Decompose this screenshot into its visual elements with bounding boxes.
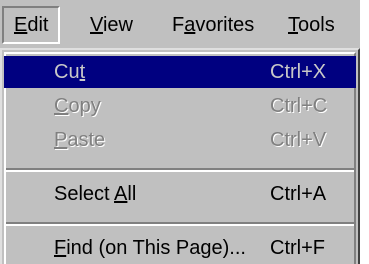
menu-item-cut-shortcut: Ctrl+X (270, 61, 327, 83)
menu-item-copy-label: Copy (54, 90, 101, 122)
find-post: ind (on This Page)... (66, 237, 246, 259)
menu-item-cut[interactable]: Cut Ctrl+X (4, 56, 356, 88)
menu-view[interactable]: View (80, 6, 143, 44)
find-accesskey: F (54, 237, 67, 259)
select-all-pre: Select (54, 183, 115, 205)
menu-favorites-accesskey: a (184, 14, 196, 36)
select-all-post: ll (127, 183, 137, 205)
menu-separator (6, 222, 354, 226)
menu-item-copy[interactable]: Copy Ctrl+C (4, 90, 356, 122)
edit-dropdown-menu: Cut Ctrl+X Copy Ctrl+C Paste Ctrl+V Sele… (0, 48, 360, 264)
menu-edit-accesskey: E (14, 14, 28, 36)
copy-post: opy (68, 95, 101, 117)
menu-tools[interactable]: Tools (278, 6, 345, 44)
menu-item-find[interactable]: Find (on This Page)... Ctrl+F (4, 232, 356, 264)
paste-accesskey: P (54, 129, 68, 151)
menu-item-cut-label: Cut (54, 56, 85, 88)
menu-item-paste-label: Paste (54, 124, 105, 156)
select-all-accesskey: A (114, 183, 128, 205)
menu-separator (6, 168, 354, 172)
menu-item-paste[interactable]: Paste Ctrl+V (4, 124, 356, 156)
menu-item-select-all-label: Select All (54, 178, 136, 210)
menu-edit[interactable]: Edit (2, 6, 61, 44)
cut-accesskey: t (79, 61, 86, 83)
paste-post: aste (67, 129, 106, 151)
menu-view-post: iew (102, 14, 133, 36)
menu-item-select-all-shortcut: Ctrl+A (270, 183, 327, 205)
menu-bar: Edit View Favorites Tools (0, 0, 360, 50)
menu-item-select-all[interactable]: Select All Ctrl+A (4, 178, 356, 210)
menu-view-accesskey: V (90, 14, 103, 36)
menu-tools-post: ools (298, 14, 335, 36)
cut-pre: Cu (54, 61, 80, 83)
menu-item-copy-shortcut: Ctrl+C (270, 95, 328, 117)
menu-favorites-pre: F (172, 14, 185, 36)
menu-favorites-post: vorites (195, 14, 255, 36)
menu-item-paste-shortcut: Ctrl+V (270, 129, 327, 151)
menu-item-find-shortcut: Ctrl+F (270, 237, 325, 259)
menu-tools-accesskey: T (288, 14, 298, 36)
copy-accesskey: C (54, 95, 69, 117)
menu-item-find-label: Find (on This Page)... (54, 232, 246, 264)
menu-favorites[interactable]: Favorites (162, 6, 264, 44)
menu-edit-post: dit (27, 14, 49, 36)
